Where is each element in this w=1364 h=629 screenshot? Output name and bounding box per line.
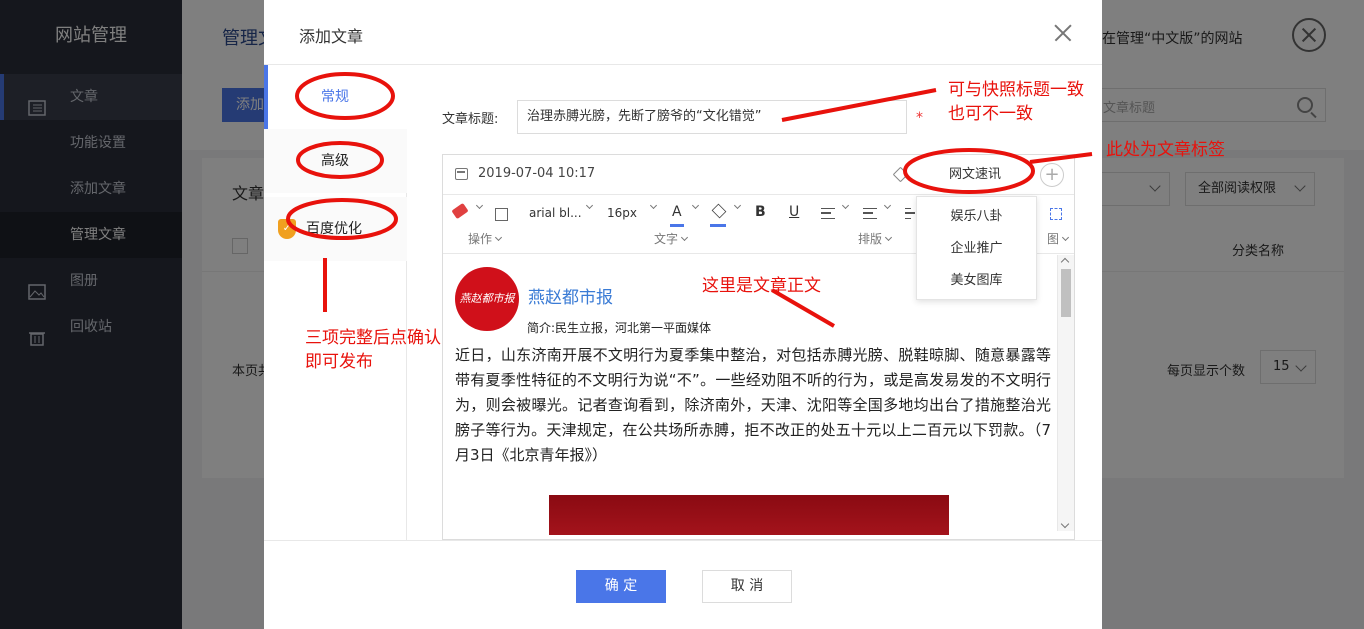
divider	[264, 540, 1102, 541]
tab-label: 常规	[321, 89, 349, 105]
tag-option[interactable]: 美女图库	[917, 265, 1036, 296]
chevron-down-icon[interactable]	[583, 200, 594, 214]
calendar-icon[interactable]	[455, 168, 468, 180]
cancel-button[interactable]: 取 消	[702, 570, 792, 603]
toolbar-group-label: 图	[1047, 230, 1070, 247]
annotation-body-note: 这里是文章正文	[702, 276, 821, 296]
bold-button[interactable]: B	[755, 204, 766, 220]
tab-advanced[interactable]: 高级	[264, 129, 407, 193]
font-size-select[interactable]: 16px	[607, 206, 637, 220]
fill-color-icon[interactable]	[711, 203, 727, 219]
dialog-tabs: 常规 高级 ✓ 百度优化	[264, 65, 407, 540]
indent-icon[interactable]	[863, 208, 877, 219]
source-intro: 简介:民生立报，河北第一平面媒体	[527, 321, 712, 335]
tag-dropdown: 娱乐八卦 企业推广 美女图库	[916, 196, 1037, 300]
chevron-up-icon[interactable]	[1060, 257, 1070, 267]
source-name[interactable]: 燕赵都市报	[528, 283, 613, 308]
tab-label: 百度优化	[306, 221, 362, 237]
title-input[interactable]: 治理赤膊光膀，先断了膀爷的“文化错觉”	[517, 100, 907, 134]
tag-option[interactable]: 娱乐八卦	[917, 201, 1036, 232]
align-icon[interactable]	[821, 208, 835, 219]
close-icon[interactable]	[1054, 24, 1072, 42]
tab-general[interactable]: 常规	[264, 65, 407, 129]
dialog-title: 添加文章	[299, 27, 364, 46]
toolbar-group-label: 操作	[468, 230, 503, 247]
chevron-down-icon[interactable]	[647, 200, 658, 214]
fullscreen-icon[interactable]	[1050, 208, 1062, 220]
editor-meta-bar: 2019-07-04 10:17 网文速讯 +	[443, 155, 1074, 195]
chevron-down-icon[interactable]	[689, 200, 700, 214]
publish-date[interactable]: 2019-07-04 10:17	[478, 166, 595, 181]
toolbar-group-label: 文字	[654, 230, 689, 247]
required-mark: *	[916, 110, 923, 126]
chevron-down-icon[interactable]	[839, 200, 850, 214]
shield-icon: ✓	[278, 219, 296, 239]
tag-option[interactable]: 企业推广	[917, 233, 1036, 264]
tab-label: 高级	[321, 153, 349, 169]
title-field-label: 文章标题:	[442, 112, 499, 127]
scrollbar[interactable]	[1057, 255, 1074, 531]
scrollbar-thumb[interactable]	[1061, 269, 1071, 317]
add-tag-icon[interactable]: +	[1040, 163, 1064, 187]
image-icon[interactable]	[495, 208, 508, 221]
tab-baidu-seo[interactable]: ✓ 百度优化	[264, 197, 407, 261]
font-color-icon[interactable]: A	[670, 204, 684, 227]
tag-icon	[892, 166, 909, 183]
chevron-down-icon[interactable]	[1060, 519, 1070, 529]
article-body[interactable]: 近日，山东济南开展不文明行为夏季集中整治，对包括赤膊光膀、脱鞋晾脚、随意暴露等带…	[455, 343, 1051, 468]
eraser-icon[interactable]	[451, 202, 469, 220]
annotation-tag-note: 此处为文章标签	[1106, 140, 1225, 160]
toolbar-group-label: 排版	[858, 230, 893, 247]
annotation-publish-note: 三项完整后点确认 即可发布	[305, 328, 441, 372]
chevron-down-icon[interactable]	[731, 200, 742, 214]
fill-color-swatch	[710, 224, 726, 227]
chevron-down-icon[interactable]	[881, 200, 892, 214]
line-height-icon[interactable]	[905, 208, 915, 219]
article-tag[interactable]: 网文速讯	[923, 162, 1027, 188]
chevron-down-icon[interactable]	[473, 200, 484, 214]
source-logo: 燕赵都市报	[455, 267, 519, 331]
underline-button[interactable]: U	[789, 204, 799, 220]
article-image	[549, 495, 949, 535]
font-family-select[interactable]: arial bl...	[529, 206, 582, 220]
confirm-button[interactable]: 确 定	[576, 570, 666, 603]
annotation-title-note: 可与快照标题一致 也可不一致	[948, 80, 1084, 124]
